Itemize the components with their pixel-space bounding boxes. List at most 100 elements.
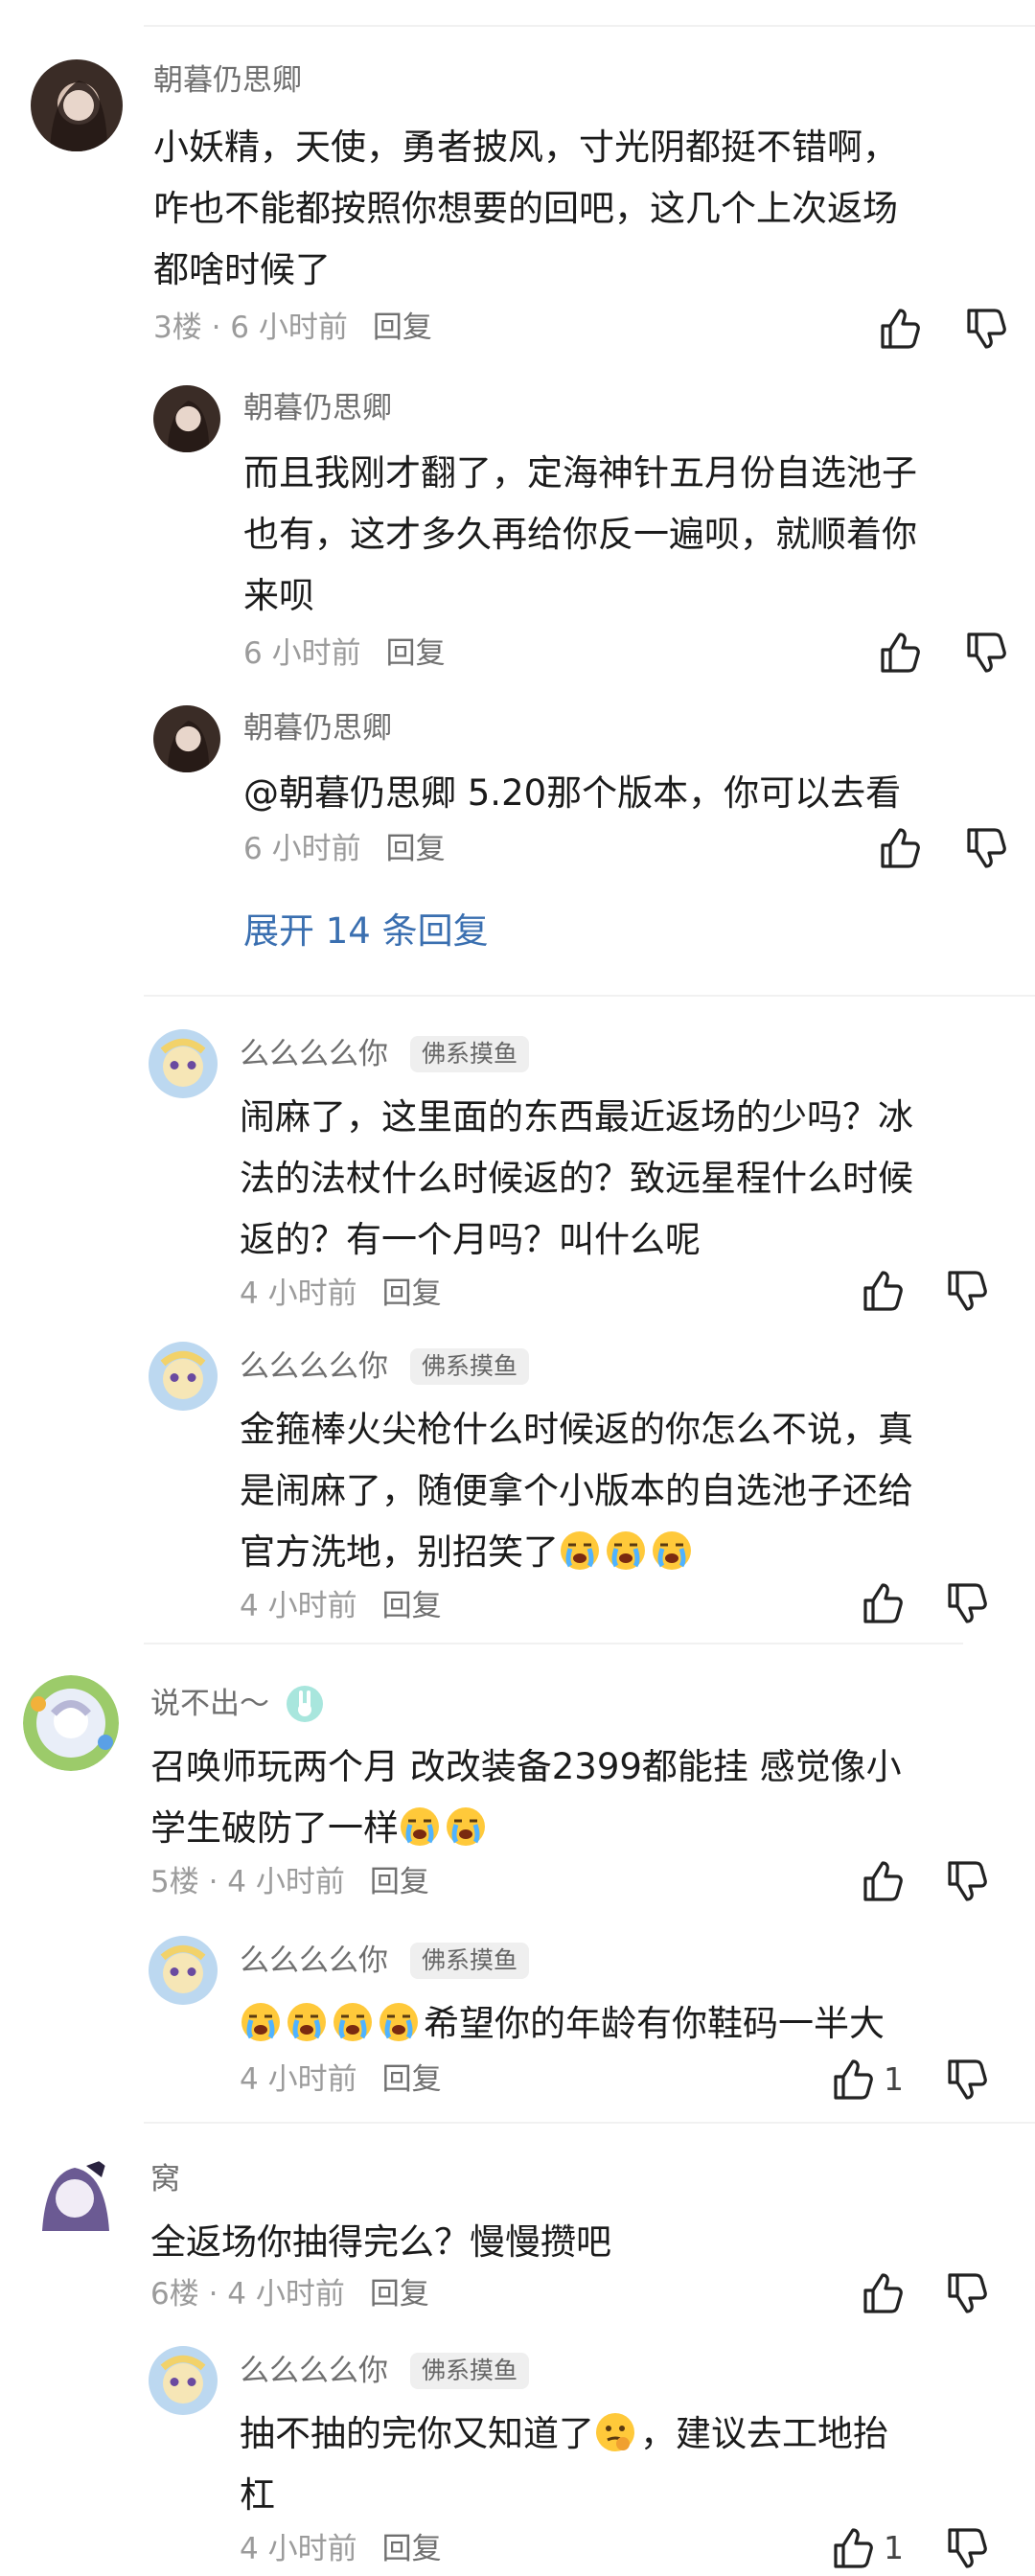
username[interactable]: 朝暮仍思卿 [153, 61, 302, 100]
avatar[interactable] [149, 1936, 218, 2005]
thumbs-down-icon[interactable] [944, 1857, 992, 1905]
floor-time: 3楼 · 6 小时前 [153, 310, 348, 345]
reply-line-with-emoji: 希望你的年龄有你鞋码一半大 [240, 1993, 1016, 2055]
reply-line: 也有，这才多久再给你反一遍呗，就顺着你 [243, 514, 917, 555]
user-badge: 佛系摸鱼 [410, 1036, 530, 1072]
comment-line: 全返场你抽得完么？慢慢攒吧 [150, 2221, 611, 2263]
reply-button[interactable]: 回复 [370, 1865, 429, 1899]
crying-face-icon [286, 2001, 328, 2043]
thumbs-up-icon[interactable] [877, 305, 925, 353]
thumbs-down-icon[interactable] [963, 305, 1011, 353]
reply-line: 金箍棒火尖枪什么时候返的你怎么不说，真 [240, 1409, 913, 1450]
reply-time: 4 小时前 [240, 2532, 357, 2566]
thumbs-down-icon[interactable] [944, 2524, 992, 2572]
reply-button[interactable]: 回复 [386, 636, 446, 671]
reply-text: 希望你的年龄有你鞋码一半大 [240, 1993, 1016, 2055]
username[interactable]: 么么么么你 [240, 1942, 388, 1980]
avatar[interactable] [29, 2154, 121, 2246]
thumbs-up-icon[interactable] [877, 629, 925, 677]
comment-line: 咋也不能都按照你想要的回吧，这几个上次返场 [153, 188, 898, 229]
reply-time: 6 小时前 [243, 832, 361, 866]
avatar[interactable] [23, 1675, 119, 1771]
comment-text: 全返场你抽得完么？慢慢攒吧 [150, 2212, 1013, 2273]
reply-meta: 4 小时前 回复 [240, 1275, 442, 1313]
reply-meta: 4 小时前 回复 [240, 2060, 442, 2099]
comment-line: 都啥时候了 [153, 249, 331, 290]
thumbs-down-icon[interactable] [944, 2269, 992, 2317]
comment-text: 小妖精，天使，勇者披风，寸光阴都挺不错啊， 咋也不能都按照你想要的回吧，这几个上… [153, 117, 1016, 301]
thumbs-down-icon[interactable] [963, 824, 1011, 872]
reply-meta: 6 小时前 回复 [243, 634, 446, 673]
reply-text: 闹麻了，这里面的东西最近返场的少吗？冰 法的法杖什么时候返的？致远星程什么时候 … [240, 1087, 1016, 1271]
avatar[interactable] [149, 1029, 218, 1098]
reply-button[interactable]: 回复 [382, 1276, 442, 1311]
avatar[interactable] [149, 1342, 218, 1411]
thumbs-up-icon[interactable] [860, 1267, 908, 1315]
divider [144, 1643, 963, 1644]
crying-face-icon [399, 1806, 441, 1848]
username[interactable]: 么么么么你 [240, 1035, 388, 1073]
reply-line: 来呗 [243, 575, 314, 616]
username[interactable]: 窝 [150, 2160, 180, 2198]
comment-line: 小妖精，天使，勇者披风，寸光阴都挺不错啊， [153, 126, 898, 168]
username[interactable]: 么么么么你 [240, 1347, 388, 1386]
reply-meta: 6 小时前 回复 [243, 830, 446, 868]
comment-line: 召唤师玩两个月 改改装备2399都能挂 感觉像小 [150, 1746, 902, 1787]
reply-line: 杠 [240, 2474, 275, 2516]
reply-button[interactable]: 回复 [382, 2532, 442, 2566]
avatar[interactable] [153, 705, 220, 772]
floor-time: 5楼 · 4 小时前 [150, 1865, 345, 1899]
comment-text: 召唤师玩两个月 改改装备2399都能挂 感觉像小 学生破防了一样 [150, 1736, 1013, 1859]
thinking-face-icon [594, 2411, 636, 2453]
thumbs-up-icon[interactable] [860, 1857, 908, 1905]
thumbs-down-icon[interactable] [944, 1267, 992, 1315]
username[interactable]: 说不出～ [150, 1685, 269, 1723]
thumbs-up-icon[interactable] [860, 1579, 908, 1627]
thumbs-up-icon[interactable] [860, 2269, 908, 2317]
thumbs-up-icon[interactable] [830, 2524, 878, 2572]
username[interactable]: 朝暮仍思卿 [243, 389, 392, 427]
expand-replies-link[interactable]: 展开 14 条回复 [243, 908, 489, 954]
reply-button[interactable]: 回复 [382, 1589, 442, 1623]
thumbs-down-icon[interactable] [944, 1579, 992, 1627]
reply-line: 希望你的年龄有你鞋码一半大 [424, 2003, 885, 2044]
floor-time: 6楼 · 4 小时前 [150, 2277, 345, 2312]
reply-text: @朝暮仍思卿 5.20那个版本，你可以去看 [243, 763, 1010, 824]
thumbs-down-icon[interactable] [944, 2056, 992, 2104]
reply-line-with-emoji: 官方洗地，别招笑了 [240, 1522, 1016, 1583]
reply-line: 是闹麻了，随便拿个小版本的自选池子还给 [240, 1470, 913, 1511]
username[interactable]: 么么么么你 [240, 2352, 388, 2390]
thumbs-up-icon[interactable] [830, 2056, 878, 2104]
divider [144, 2122, 1035, 2124]
reply-line: 抽不抽的完你又知道了 [240, 2413, 594, 2454]
reply-button[interactable]: 回复 [373, 310, 432, 345]
thumbs-up-icon[interactable] [877, 824, 925, 872]
reply-button[interactable]: 回复 [386, 832, 446, 866]
reply-line-with-emoji: 抽不抽的完你又知道了 ，建议去工地抬 [240, 2404, 1016, 2465]
crying-face-icon [559, 1530, 601, 1572]
like-count: 1 [884, 2529, 904, 2566]
reply-line: 返的？有一个月吗？叫什么呢 [240, 1219, 701, 1260]
comment-meta: 5楼 · 4 小时前 回复 [150, 1863, 429, 1901]
thumbs-down-icon[interactable] [963, 629, 1011, 677]
avatar[interactable] [153, 385, 220, 452]
user-badge: 佛系摸鱼 [410, 1348, 530, 1385]
reply-text: 而且我刚才翻了，定海神针五月份自选池子 也有，这才多久再给你反一遍呗，就顺着你 … [243, 443, 1010, 627]
reply-meta: 4 小时前 回复 [240, 1587, 442, 1625]
top-divider [144, 25, 1035, 27]
username[interactable]: 朝暮仍思卿 [243, 709, 392, 748]
like-count: 1 [884, 2060, 904, 2098]
reply-button[interactable]: 回复 [382, 2062, 442, 2097]
reply-meta: 4 小时前 回复 [240, 2530, 442, 2568]
avatar[interactable] [149, 2346, 218, 2415]
reply-text: 金箍棒火尖枪什么时候返的你怎么不说，真 是闹麻了，随便拿个小版本的自选池子还给 … [240, 1399, 1016, 1583]
reply-time: 4 小时前 [240, 1276, 357, 1311]
crying-face-icon [240, 2001, 282, 2043]
comment-line-with-emoji: 学生破防了一样 [150, 1798, 1013, 1859]
reply-line: ，建议去工地抬 [640, 2413, 888, 2454]
reply-button[interactable]: 回复 [370, 2277, 429, 2312]
comment-line: 学生破防了一样 [150, 1807, 399, 1849]
avatar[interactable] [31, 59, 123, 151]
reply-time: 6 小时前 [243, 636, 361, 671]
reply-line: @朝暮仍思卿 5.20那个版本，你可以去看 [243, 772, 902, 814]
